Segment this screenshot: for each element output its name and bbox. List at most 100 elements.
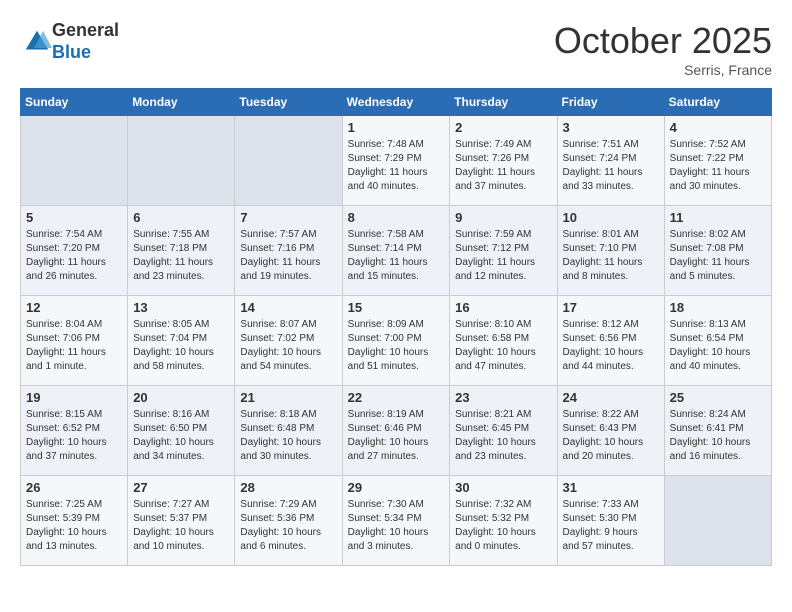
day-number: 8 [348,210,445,225]
month-title: October 2025 [554,20,772,62]
day-number: 1 [348,120,445,135]
day-info: Sunrise: 8:15 AM Sunset: 6:52 PM Dayligh… [26,408,122,464]
week-row-2: 5 Sunrise: 7:54 AM Sunset: 7:20 PM Daylig… [21,206,772,296]
calendar-cell: 18Sunrise: 8:13 AM Sunset: 6:54 PM Dayli… [664,296,771,386]
logo-general: General [52,20,119,40]
day-info: Sunrise: 7:27 AM Sunset: 5:37 PM Dayligh… [133,498,229,554]
calendar-cell: 23Sunrise: 8:21 AM Sunset: 6:45 PM Dayli… [450,386,557,476]
calendar-cell [664,476,771,566]
calendar-cell: 2 Sunrise: 7:49 AM Sunset: 7:26 PM Daylig… [450,116,557,206]
day-info: Sunrise: 7:54 AM Sunset: 7:20 PM Dayligh… [26,228,122,284]
day-number: 14 [240,300,336,315]
day-number: 28 [240,480,336,495]
day-info: Sunrise: 8:01 AM Sunset: 7:10 PM Dayligh… [563,228,659,284]
day-info: Sunrise: 7:33 AM Sunset: 5:30 PM Dayligh… [563,498,659,554]
calendar-cell: 10 Sunrise: 8:01 AM Sunset: 7:10 PM Dayli… [557,206,664,296]
day-number: 7 [240,210,336,225]
calendar-cell: 26 Sunrise: 7:25 AM Sunset: 5:39 PM Dayli… [21,476,128,566]
day-number: 18 [670,300,766,315]
day-info: Sunrise: 8:12 AM Sunset: 6:56 PM Dayligh… [563,318,659,374]
calendar-cell: 9 Sunrise: 7:59 AM Sunset: 7:12 PM Daylig… [450,206,557,296]
calendar-cell: 8 Sunrise: 7:58 AM Sunset: 7:14 PM Daylig… [342,206,450,296]
day-number: 22 [348,390,445,405]
day-number: 2 [455,120,551,135]
day-number: 5 [26,210,122,225]
week-row-1: 1 Sunrise: 7:48 AM Sunset: 7:29 PM Daylig… [21,116,772,206]
day-info: Sunrise: 7:52 AM Sunset: 7:22 PM Dayligh… [670,138,766,194]
day-number: 16 [455,300,551,315]
page-header: General Blue October 2025 Serris, France [20,20,772,78]
day-header-sunday: Sunday [21,89,128,116]
day-info: Sunrise: 7:58 AM Sunset: 7:14 PM Dayligh… [348,228,445,284]
week-row-3: 12 Sunrise: 8:04 AM Sunset: 7:06 PM Dayli… [21,296,772,386]
calendar-cell: 21Sunrise: 8:18 AM Sunset: 6:48 PM Dayli… [235,386,342,476]
calendar-cell: 13 Sunrise: 8:05 AM Sunset: 7:04 PM Dayli… [128,296,235,386]
day-number: 13 [133,300,229,315]
day-info: Sunrise: 8:05 AM Sunset: 7:04 PM Dayligh… [133,318,229,374]
logo-icon [22,27,52,57]
day-number: 29 [348,480,445,495]
day-info: Sunrise: 8:19 AM Sunset: 6:46 PM Dayligh… [348,408,445,464]
calendar-cell [128,116,235,206]
day-info: Sunrise: 7:25 AM Sunset: 5:39 PM Dayligh… [26,498,122,554]
day-header-tuesday: Tuesday [235,89,342,116]
title-area: October 2025 Serris, France [554,20,772,78]
day-number: 3 [563,120,659,135]
day-info: Sunrise: 8:24 AM Sunset: 6:41 PM Dayligh… [670,408,766,464]
calendar-cell: 14 Sunrise: 8:07 AM Sunset: 7:02 PM Dayli… [235,296,342,386]
calendar-cell: 17 Sunrise: 8:12 AM Sunset: 6:56 PM Dayli… [557,296,664,386]
day-info: Sunrise: 8:18 AM Sunset: 6:48 PM Dayligh… [240,408,336,464]
calendar-cell [21,116,128,206]
calendar-cell: 11 Sunrise: 8:02 AM Sunset: 7:08 PM Dayli… [664,206,771,296]
day-info: Sunrise: 7:48 AM Sunset: 7:29 PM Dayligh… [348,138,445,194]
day-number: 19 [26,390,122,405]
week-row-4: 19 Sunrise: 8:15 AM Sunset: 6:52 PM Dayli… [21,386,772,476]
calendar-cell: 15 Sunrise: 8:09 AM Sunset: 7:00 PM Dayli… [342,296,450,386]
location: Serris, France [554,62,772,78]
day-number: 20 [133,390,229,405]
calendar-cell: 24Sunrise: 8:22 AM Sunset: 6:43 PM Dayli… [557,386,664,476]
day-number: 25 [670,390,766,405]
day-number: 15 [348,300,445,315]
calendar-cell: 31 Sunrise: 7:33 AM Sunset: 5:30 PM Dayli… [557,476,664,566]
day-number: 10 [563,210,659,225]
day-info: Sunrise: 8:07 AM Sunset: 7:02 PM Dayligh… [240,318,336,374]
day-info: Sunrise: 7:55 AM Sunset: 7:18 PM Dayligh… [133,228,229,284]
logo-blue: Blue [52,42,91,62]
calendar-cell: 25 Sunrise: 8:24 AM Sunset: 6:41 PM Dayli… [664,386,771,476]
calendar-cell: 19 Sunrise: 8:15 AM Sunset: 6:52 PM Dayli… [21,386,128,476]
day-number: 31 [563,480,659,495]
day-info: Sunrise: 7:51 AM Sunset: 7:24 PM Dayligh… [563,138,659,194]
day-number: 17 [563,300,659,315]
day-header-friday: Friday [557,89,664,116]
calendar-cell: 7 Sunrise: 7:57 AM Sunset: 7:16 PM Daylig… [235,206,342,296]
day-info: Sunrise: 7:30 AM Sunset: 5:34 PM Dayligh… [348,498,445,554]
calendar-cell: 27Sunrise: 7:27 AM Sunset: 5:37 PM Dayli… [128,476,235,566]
day-info: Sunrise: 8:09 AM Sunset: 7:00 PM Dayligh… [348,318,445,374]
day-number: 26 [26,480,122,495]
day-info: Sunrise: 8:04 AM Sunset: 7:06 PM Dayligh… [26,318,122,374]
day-info: Sunrise: 8:02 AM Sunset: 7:08 PM Dayligh… [670,228,766,284]
calendar-cell: 30 Sunrise: 7:32 AM Sunset: 5:32 PM Dayli… [450,476,557,566]
calendar-cell: 4 Sunrise: 7:52 AM Sunset: 7:22 PM Daylig… [664,116,771,206]
day-info: Sunrise: 7:59 AM Sunset: 7:12 PM Dayligh… [455,228,551,284]
day-number: 11 [670,210,766,225]
day-header-saturday: Saturday [664,89,771,116]
day-header-thursday: Thursday [450,89,557,116]
logo: General Blue [20,20,119,63]
day-number: 12 [26,300,122,315]
day-number: 4 [670,120,766,135]
day-info: Sunrise: 8:22 AM Sunset: 6:43 PM Dayligh… [563,408,659,464]
calendar-cell: 12 Sunrise: 8:04 AM Sunset: 7:06 PM Dayli… [21,296,128,386]
header-row: SundayMondayTuesdayWednesdayThursdayFrid… [21,89,772,116]
day-info: Sunrise: 7:32 AM Sunset: 5:32 PM Dayligh… [455,498,551,554]
day-info: Sunrise: 8:10 AM Sunset: 6:58 PM Dayligh… [455,318,551,374]
day-number: 30 [455,480,551,495]
calendar-cell: 22 Sunrise: 8:19 AM Sunset: 6:46 PM Dayli… [342,386,450,476]
day-number: 23 [455,390,551,405]
day-number: 9 [455,210,551,225]
day-header-monday: Monday [128,89,235,116]
calendar-cell: 5 Sunrise: 7:54 AM Sunset: 7:20 PM Daylig… [21,206,128,296]
day-info: Sunrise: 7:57 AM Sunset: 7:16 PM Dayligh… [240,228,336,284]
day-info: Sunrise: 7:49 AM Sunset: 7:26 PM Dayligh… [455,138,551,194]
